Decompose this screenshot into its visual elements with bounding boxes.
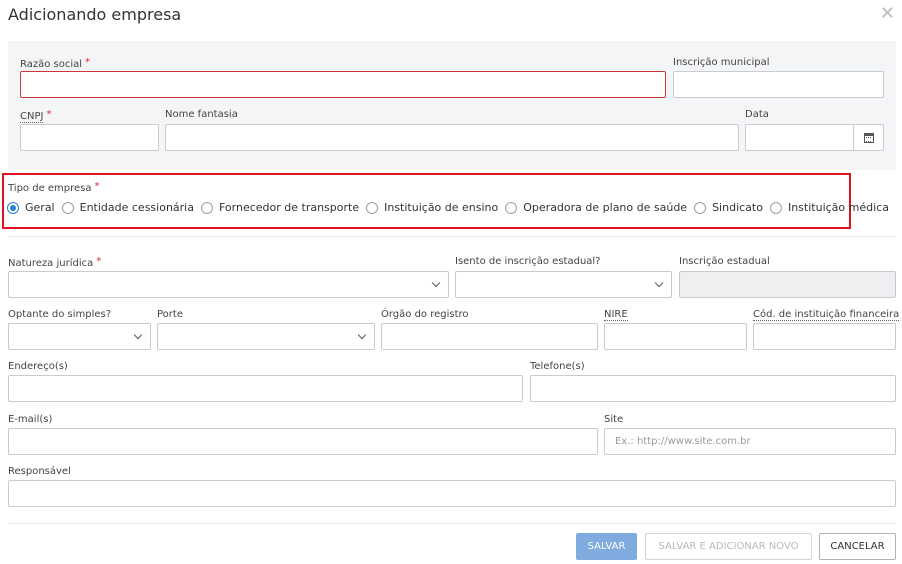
inscricao-estadual-input <box>679 271 896 298</box>
chevron-down-icon <box>357 330 367 340</box>
radio-instituicao-ensino[interactable]: Instituição de ensino <box>366 201 498 214</box>
radio-geral[interactable]: Geral <box>7 201 55 214</box>
nome-fantasia-input[interactable] <box>165 124 739 151</box>
telefone-input[interactable] <box>530 375 896 402</box>
save-button[interactable]: SALVAR <box>576 533 637 560</box>
emails-input[interactable] <box>8 428 598 455</box>
data-input[interactable] <box>745 124 884 151</box>
optante-simples-select[interactable] <box>8 323 151 350</box>
data-label: Data <box>745 109 769 120</box>
responsavel-label: Responsável <box>8 466 71 477</box>
inscricao-estadual-label: Inscrição estadual <box>679 256 770 267</box>
radio-operadora-plano-saude[interactable]: Operadora de plano de saúde <box>505 201 687 214</box>
telefone-label: Telefone(s) <box>530 361 585 372</box>
orgao-registro-label: Órgão do registro <box>381 309 469 320</box>
dialog-title: Adicionando empresa <box>8 5 182 24</box>
responsavel-input[interactable] <box>8 480 896 507</box>
save-and-new-button[interactable]: SALVAR E ADICIONAR NOVO <box>645 533 812 560</box>
radio-unchecked-icon <box>200 201 213 214</box>
radio-fornecedor-transporte[interactable]: Fornecedor de transporte <box>200 201 359 214</box>
radio-unchecked-icon <box>505 201 518 214</box>
porte-label: Porte <box>157 309 183 320</box>
radio-unchecked-icon <box>769 201 782 214</box>
radio-instituicao-medica[interactable]: Instituição médica <box>769 201 889 214</box>
calendar-icon <box>863 132 874 143</box>
natureza-juridica-select[interactable] <box>8 271 449 298</box>
radio-unchecked-icon <box>694 201 707 214</box>
chevron-down-icon <box>654 278 664 288</box>
cnpj-input[interactable] <box>20 124 159 151</box>
inscricao-municipal-input[interactable] <box>673 71 884 98</box>
nire-label: NIRE <box>604 309 628 321</box>
section-divider <box>8 236 896 237</box>
tipo-empresa-label: Tipo de empresa * <box>8 181 100 194</box>
chevron-down-icon <box>133 330 143 340</box>
orgao-registro-input[interactable] <box>381 323 598 350</box>
radio-sindicato[interactable]: Sindicato <box>694 201 763 214</box>
tipo-empresa-radio-group: Geral Entidade cessionária Fornecedor de… <box>7 201 896 214</box>
porte-select[interactable] <box>157 323 375 350</box>
nire-input[interactable] <box>604 323 747 350</box>
cancel-button[interactable]: CANCELAR <box>819 533 896 560</box>
site-input[interactable]: Ex.: http://www.site.com.br <box>604 428 896 455</box>
chevron-down-icon <box>431 278 441 288</box>
natureza-juridica-label: Natureza jurídica * <box>8 256 102 269</box>
razao-social-input[interactable] <box>20 71 666 98</box>
enderecos-input[interactable] <box>8 375 523 402</box>
nome-fantasia-label: Nome fantasia <box>165 109 238 120</box>
inscricao-municipal-label: Inscrição municipal <box>673 57 770 68</box>
optante-simples-label: Optante do simples? <box>8 309 112 320</box>
radio-unchecked-icon <box>61 201 74 214</box>
razao-social-label: Razão social * <box>20 57 91 70</box>
radio-unchecked-icon <box>366 201 379 214</box>
isento-ie-label: Isento de inscrição estadual? <box>455 256 601 267</box>
site-label: Site <box>604 414 624 425</box>
emails-label: E-mail(s) <box>8 414 53 425</box>
cod-instituicao-input[interactable] <box>753 323 896 350</box>
cnpj-label: CNPJ * <box>20 109 52 123</box>
footer-divider <box>8 523 896 524</box>
cod-instituicao-label: Cód. de instituição financeira <box>753 309 900 321</box>
radio-entidade-cessionaria[interactable]: Entidade cessionária <box>61 201 194 214</box>
close-icon[interactable]: ✕ <box>880 4 895 24</box>
radio-checked-icon <box>7 201 19 214</box>
enderecos-label: Endereço(s) <box>8 361 68 372</box>
isento-ie-select[interactable] <box>455 271 672 298</box>
calendar-button[interactable] <box>853 125 883 150</box>
